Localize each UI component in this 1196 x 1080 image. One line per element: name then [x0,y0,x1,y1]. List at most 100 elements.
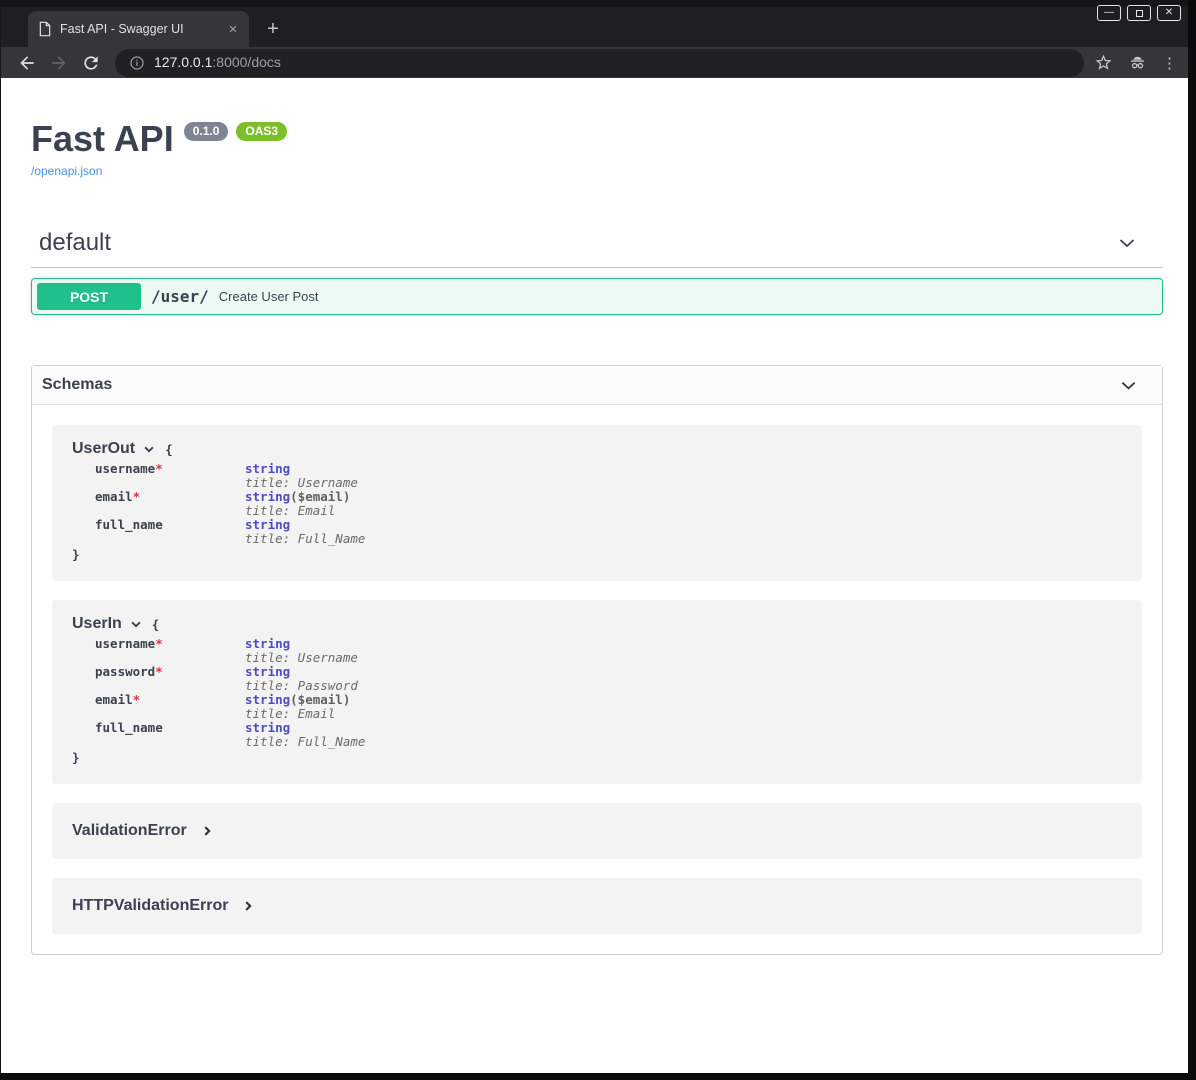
tag-section-default: default POST /user/ Create User Post [31,229,1163,315]
title-line: title: Full_Name [245,532,365,546]
api-title-row: Fast API 0.1.0 OAS3 [31,118,1163,159]
chevron-down-icon[interactable] [143,443,155,455]
required-star: * [155,461,163,476]
property-name: full_name [95,721,245,749]
browser-tab[interactable]: Fast API - Swagger UI ✕ [28,11,249,47]
close-brace: } [72,750,1122,765]
forward-icon[interactable] [49,53,69,73]
close-brace: } [72,547,1122,562]
browser-chrome: Fast API - Swagger UI ✕ + — ✕ 127.0.0.1:… [1,0,1188,78]
oas3-badge: OAS3 [236,122,287,141]
chevron-down-icon[interactable] [1119,376,1138,395]
model-card-userout: UserOut { username* string title: Userna… [52,425,1142,581]
model-card-validationerror: ValidationError [52,803,1142,859]
operation-post-user[interactable]: POST /user/ Create User Post [31,278,1163,315]
model-name: UserIn [72,615,122,633]
model-header[interactable]: ValidationError [72,822,1122,840]
property-row: email* string($email) title: Email [95,693,1122,721]
browser-menu-icon[interactable]: ⋮ [1162,54,1176,72]
model-name: UserOut [72,440,135,458]
openapi-spec-link[interactable]: /openapi.json [31,164,102,178]
page-title: Fast API [31,118,174,159]
tab-title: Fast API - Swagger UI [60,22,217,36]
tag-name: default [39,229,111,257]
maximize-icon [1136,10,1143,17]
model-properties: username* string title: Username email* … [95,462,1122,546]
url-path: :8000/docs [212,54,281,70]
operation-path: /user/ [151,287,209,306]
close-icon: ✕ [1165,8,1173,18]
property-name: password* [95,665,245,693]
model-name: ValidationError [72,822,187,840]
model-card-userin: UserIn { username* string title: Usernam… [52,600,1142,784]
url-text: 127.0.0.1:8000/docs [154,54,281,72]
property-detail: string($email) title: Email [245,693,350,721]
model-header[interactable]: UserOut { [72,440,1122,458]
chevron-down-icon[interactable] [1117,233,1137,253]
operation-summary: Create User Post [219,289,319,304]
chevron-right-icon[interactable] [242,900,254,912]
property-row: full_name string title: Full_Name [95,721,1122,749]
type-line: string [245,518,365,532]
model-properties: username* string title: Username passwor… [95,637,1122,749]
property-detail: string title: Username [245,637,358,665]
property-name: username* [95,637,245,665]
bookmark-star-icon[interactable] [1094,53,1113,72]
property-detail: string($email) title: Email [245,490,350,518]
tab-strip: Fast API - Swagger UI ✕ + — ✕ [1,0,1188,47]
property-name: email* [95,490,245,518]
incognito-icon [1127,52,1148,73]
required-star: * [155,664,163,679]
refresh-icon[interactable] [81,53,101,73]
maximize-button[interactable] [1127,5,1151,21]
badges: 0.1.0 OAS3 [184,122,287,141]
model-header[interactable]: UserIn { [72,615,1122,633]
minimize-button[interactable]: — [1097,5,1121,21]
open-brace: { [152,617,160,632]
swagger-page: Fast API 0.1.0 OAS3 /openapi.json defaul… [1,78,1188,1073]
page-icon [38,21,52,37]
browser-window: Fast API - Swagger UI ✕ + — ✕ 127.0.0.1:… [0,0,1188,1073]
minimize-icon: — [1104,8,1114,18]
close-window-button[interactable]: ✕ [1157,5,1181,21]
schemas-header[interactable]: Schemas [32,366,1162,405]
address-bar[interactable]: 127.0.0.1:8000/docs [115,49,1084,77]
type-line: string($email) [245,490,350,504]
tag-header-default[interactable]: default [31,229,1163,268]
property-row: password* string title: Password [95,665,1122,693]
model-name: HTTPValidationError [72,897,228,915]
title-line: title: Full_Name [245,735,365,749]
chevron-right-icon[interactable] [201,825,213,837]
back-icon[interactable] [17,53,37,73]
method-badge: POST [37,283,141,310]
chevron-down-icon[interactable] [130,618,142,630]
close-tab-icon[interactable]: ✕ [225,21,241,37]
schemas-body: UserOut { username* string title: Userna… [32,405,1162,954]
property-detail: string title: Password [245,665,358,693]
info-icon[interactable] [129,55,145,71]
property-name: email* [95,693,245,721]
required-star: * [133,692,141,707]
api-info: Fast API 0.1.0 OAS3 /openapi.json [31,118,1163,180]
title-line: title: Email [245,504,350,518]
type-line: string [245,462,358,476]
property-row: email* string($email) title: Email [95,490,1122,518]
property-name: username* [95,462,245,490]
property-detail: string title: Full_Name [245,721,365,749]
open-brace: { [165,442,173,457]
property-row: username* string title: Username [95,637,1122,665]
title-line: title: Username [245,476,358,490]
type-line: string [245,665,358,679]
schemas-section: Schemas UserOut { username* st [31,365,1163,955]
schemas-title: Schemas [42,376,112,394]
model-header[interactable]: HTTPValidationError [72,897,1122,915]
property-row: username* string title: Username [95,462,1122,490]
toolbar-right: ⋮ [1094,52,1176,73]
title-line: title: Password [245,679,358,693]
model-card-httpvalidationerror: HTTPValidationError [52,878,1142,934]
property-row: full_name string title: Full_Name [95,518,1122,546]
required-star: * [133,489,141,504]
new-tab-button[interactable]: + [261,17,285,41]
required-star: * [155,636,163,651]
browser-toolbar: 127.0.0.1:8000/docs ⋮ [1,47,1188,78]
